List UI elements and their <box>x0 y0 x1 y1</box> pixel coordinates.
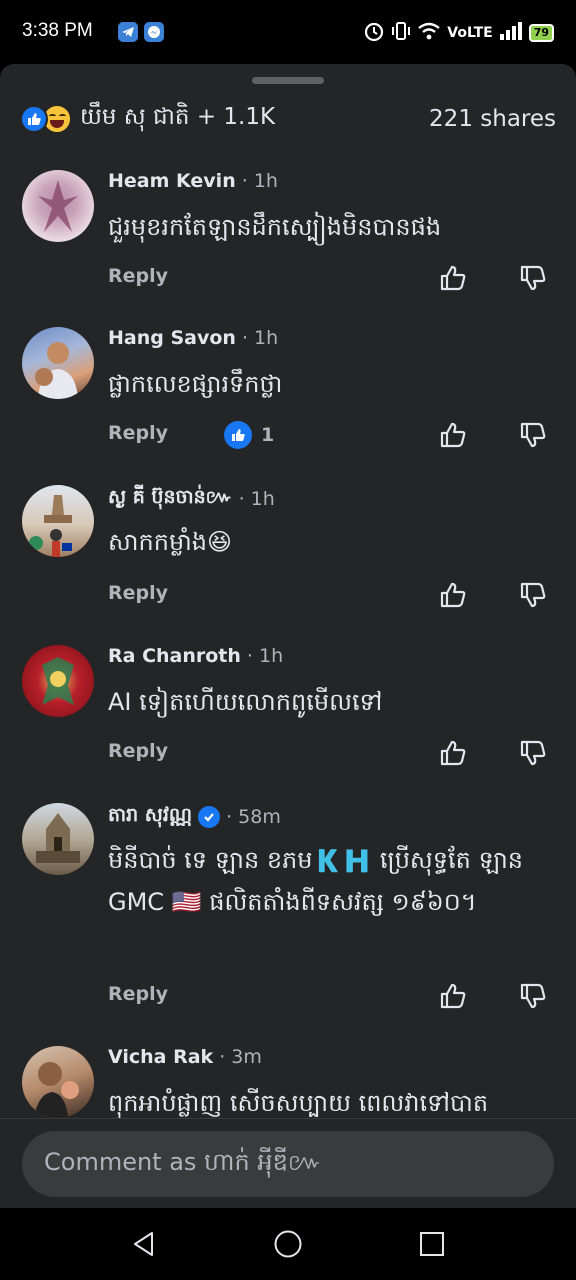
thumb-up-icon[interactable] <box>436 979 470 1013</box>
reply-button[interactable]: Reply <box>108 265 168 287</box>
like-icon <box>20 105 48 133</box>
commenter-name[interactable]: ស្ង គី ប៊ុនចាន់៚ <box>108 485 233 513</box>
thumb-down-icon[interactable] <box>516 578 550 612</box>
commenter-name[interactable]: Heam Kevin <box>108 170 236 192</box>
avatar[interactable] <box>22 170 94 242</box>
commenter-name[interactable]: Hang Savon <box>108 327 236 349</box>
thumb-up-icon[interactable] <box>436 418 470 452</box>
comment-time: · 1h <box>241 170 278 192</box>
thumb-down-icon[interactable] <box>516 418 550 452</box>
status-bar: 3:38 PM VoLTE 79 <box>0 0 576 64</box>
back-icon[interactable] <box>128 1228 160 1260</box>
signal-icon <box>499 22 523 44</box>
comment-actions: Reply <box>108 261 548 295</box>
reactions-left[interactable]: យឹម សុ ជាតិ + 1.1K <box>20 103 275 136</box>
comment-text: ផ្លាកលេខផ្សារទឹកថ្លា <box>108 370 283 398</box>
telegram-icon <box>118 22 138 42</box>
home-icon[interactable] <box>272 1228 304 1260</box>
comment-actions: Reply <box>108 578 548 612</box>
reaction-count-value: 1 <box>261 424 275 446</box>
comment-actions: Reply <box>108 979 548 1013</box>
recents-icon[interactable] <box>416 1228 448 1260</box>
comment-header: Hang Savon · 1h <box>108 327 278 349</box>
avatar[interactable] <box>22 803 94 875</box>
navigation-bar <box>0 1208 576 1280</box>
reply-button[interactable]: Reply <box>108 582 168 604</box>
shares-count[interactable]: 221 shares <box>429 106 556 132</box>
like-icon <box>224 421 252 449</box>
reactions-summary[interactable]: យឹម សុ ជាតិ + 1.1K 221 shares <box>20 102 556 136</box>
comment-text: AI ទៀតហើយលោកពូមើលទៅ <box>108 688 383 716</box>
comments-sheet: យឹម សុ ជាតិ + 1.1K 221 shares Heam Kevin… <box>0 64 576 1208</box>
messenger-icon <box>144 22 164 42</box>
comment-input[interactable]: Comment as ហាក់ អុីឌី៚ <box>22 1131 554 1197</box>
avatar[interactable] <box>22 327 94 399</box>
comment-actions: Reply 1 <box>108 418 548 452</box>
battery-indicator: 79 <box>528 24 554 42</box>
comment-composer: Comment as ហាក់ អុីឌី៚ <box>0 1118 576 1208</box>
comment-item: ស្ង គី ប៊ុនចាន់៚ · 1h សាកកម្លាំង😆 Reply <box>0 485 576 615</box>
commenter-name[interactable]: Vicha Rak <box>108 1046 213 1068</box>
comment-item: Ra Chanroth · 1h AI ទៀតហើយលោកពូមើលទៅ Rep… <box>0 645 576 775</box>
alarm-icon <box>363 20 385 46</box>
thumb-up-icon[interactable] <box>436 736 470 770</box>
comment-actions: Reply <box>108 736 548 770</box>
comment-text: មិនីបាច់ ទេ ឡាន ខភម🇰🇭 ប្រើសុទ្ធតែ ឡាន GM… <box>108 846 524 916</box>
comment-text: សាកកម្លាំង😆 <box>108 528 233 556</box>
status-time: 3:38 PM <box>22 20 93 41</box>
comment-text: ពុកអាបំផ្លាញ សើចសប្បាយ ពេលវាទៅបាត <box>108 1089 489 1117</box>
thumb-up-icon[interactable] <box>436 261 470 295</box>
comment-time: · 1h <box>238 488 275 510</box>
comment-time: · 58m <box>226 806 281 828</box>
vibrate-icon <box>391 20 411 46</box>
network-type: VoLTE <box>447 25 493 41</box>
comment-item: តារា សុវណ្ណ · 58m មិនីបាច់ ទេ ឡាន ខភម🇰🇭 … <box>0 803 576 1023</box>
comment-text: ជួរមុខរកតែឡានដឹកស្បៀងមិនបានផង <box>108 213 442 241</box>
reply-button[interactable]: Reply <box>108 740 168 762</box>
verified-icon <box>198 806 221 828</box>
comment-header: ស្ង គី ប៊ុនចាន់៚ · 1h <box>108 485 275 513</box>
avatar[interactable] <box>22 1046 94 1118</box>
reactions-text: យឹម សុ ជាតិ + 1.1K <box>80 103 276 130</box>
commenter-name[interactable]: តារា សុវណ្ណ <box>108 803 192 831</box>
reply-button[interactable]: Reply <box>108 983 168 1005</box>
comment-header: តារា សុវណ្ណ · 58m <box>108 803 281 831</box>
comment-time: · 3m <box>219 1046 262 1068</box>
comment-time: · 1h <box>241 327 279 349</box>
thumb-down-icon[interactable] <box>516 261 550 295</box>
avatar[interactable] <box>22 645 94 717</box>
reply-button[interactable]: Reply <box>108 422 168 444</box>
wifi-icon <box>417 21 441 45</box>
drag-handle[interactable] <box>252 77 324 84</box>
commenter-name[interactable]: Ra Chanroth <box>108 645 241 667</box>
thumb-down-icon[interactable] <box>516 979 550 1013</box>
comment-header: Ra Chanroth · 1h <box>108 645 283 667</box>
comment-header: Heam Kevin · 1h <box>108 170 278 192</box>
reaction-count[interactable]: 1 <box>224 421 274 449</box>
comment-item: Hang Savon · 1h ផ្លាកលេខផ្សារទឹកថ្លា Rep… <box>0 327 576 457</box>
comment-item: Heam Kevin · 1h ជួរមុខរកតែឡានដឹកស្បៀងមិន… <box>0 170 576 300</box>
comment-item: Vicha Rak · 3m ពុកអាបំផ្លាញ សើចសប្បាយ ពេ… <box>0 1046 576 1118</box>
comment-header: Vicha Rak · 3m <box>108 1046 262 1068</box>
thumb-down-icon[interactable] <box>516 736 550 770</box>
comment-time: · 1h <box>246 645 284 667</box>
thumb-up-icon[interactable] <box>436 578 470 612</box>
avatar[interactable] <box>22 485 94 557</box>
status-indicators: VoLTE 79 <box>363 20 554 46</box>
